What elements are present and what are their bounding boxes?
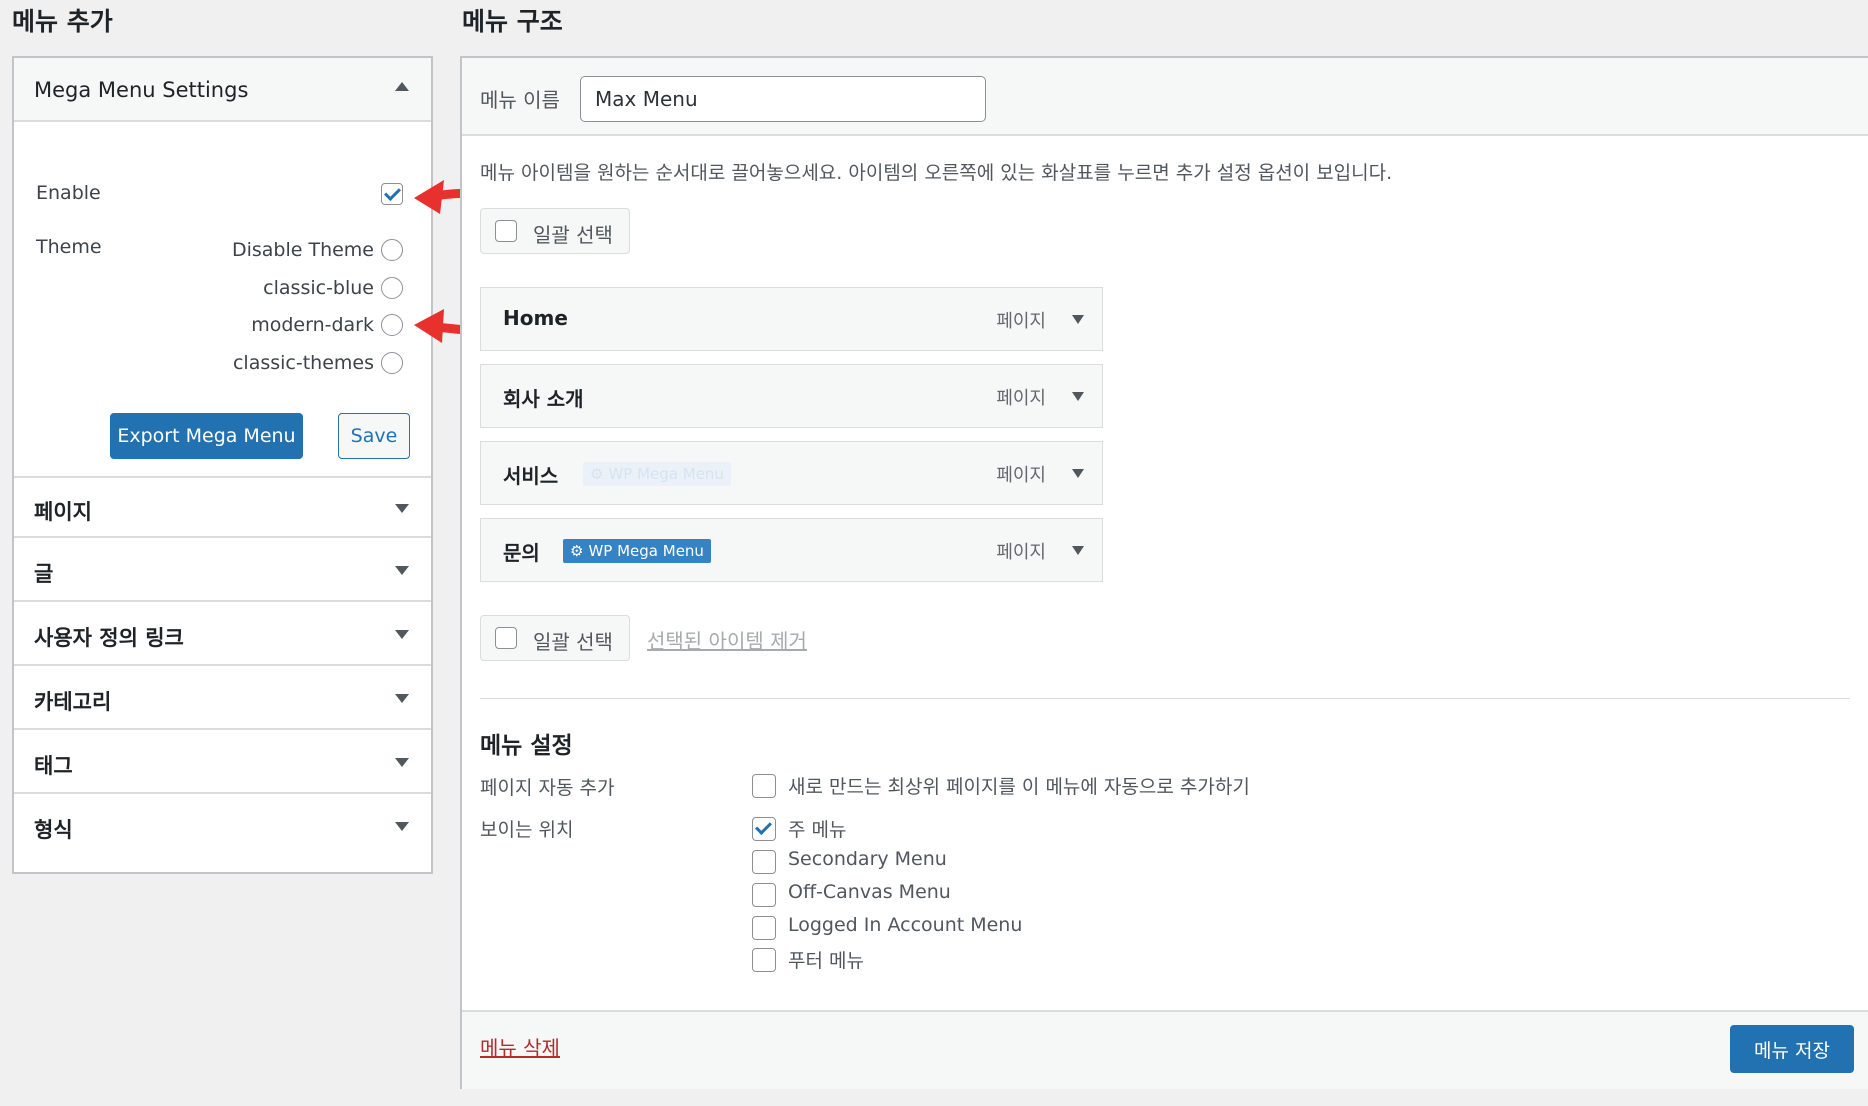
location-checkbox-logged-in[interactable]: [752, 916, 776, 940]
location-option-label: 주 메뉴: [788, 819, 847, 841]
location-option-label: Logged In Account Menu: [788, 914, 1023, 936]
bulk-select-bottom[interactable]: 일괄 선택: [480, 615, 630, 661]
menu-name-input[interactable]: Max Menu: [580, 76, 986, 122]
enable-label: Enable: [36, 182, 101, 204]
section-label: 카테고리: [34, 690, 112, 714]
menu-item-title: Home: [503, 306, 568, 330]
collapse-arrow-icon[interactable]: [395, 82, 409, 91]
mega-menu-settings-header[interactable]: Mega Menu Settings: [14, 58, 431, 122]
menu-settings-heading: 메뉴 설정: [480, 733, 573, 759]
save-button[interactable]: Save: [338, 413, 410, 459]
expand-arrow-icon[interactable]: [395, 822, 409, 831]
section-tags[interactable]: 태그: [14, 732, 431, 794]
delete-menu-link[interactable]: 메뉴 삭제: [480, 1032, 560, 1061]
bulk-select-label: 일괄 선택: [533, 630, 613, 654]
gear-icon: ⚙: [590, 465, 604, 483]
mega-menu-settings-title: Mega Menu Settings: [34, 78, 249, 102]
save-menu-button[interactable]: 메뉴 저장: [1730, 1025, 1854, 1073]
section-label: 페이지: [34, 500, 92, 524]
wp-mega-menu-badge-label: WP Mega Menu: [608, 465, 724, 483]
menu-structure-panel: 메뉴 이름 Max Menu 메뉴 아이템을 원하는 순서대로 끌어놓으세요. …: [460, 56, 1868, 1089]
menu-item[interactable]: Home 페이지: [480, 287, 1103, 351]
expand-arrow-icon[interactable]: [395, 758, 409, 767]
menu-name-bar: 메뉴 이름 Max Menu: [462, 58, 1868, 136]
menu-item-title: 서비스: [503, 464, 559, 488]
bulk-select-label: 일괄 선택: [533, 223, 613, 247]
expand-arrow-icon[interactable]: [395, 566, 409, 575]
location-checkbox-secondary[interactable]: [752, 850, 776, 874]
instructions-text: 메뉴 아이템을 원하는 순서대로 끌어놓으세요. 아이템의 오른쪽에 있는 화살…: [480, 162, 1393, 184]
section-posts[interactable]: 글: [14, 540, 431, 602]
menu-item[interactable]: 서비스 ⚙ WP Mega Menu 페이지: [480, 441, 1103, 505]
menu-item[interactable]: 문의 ⚙ WP Mega Menu 페이지: [480, 518, 1103, 582]
theme-radio-disable[interactable]: [381, 239, 403, 261]
expand-arrow-icon[interactable]: [395, 630, 409, 639]
remove-selected-link[interactable]: 선택된 아이템 제거: [647, 625, 807, 654]
bulk-select-checkbox[interactable]: [495, 220, 517, 242]
expand-arrow-icon[interactable]: [1072, 392, 1084, 401]
menu-item-type: 페이지: [996, 542, 1046, 563]
expand-arrow-icon[interactable]: [1072, 546, 1084, 555]
menu-structure-heading: 메뉴 구조: [462, 7, 563, 36]
add-menu-heading: 메뉴 추가: [12, 7, 113, 36]
location-option-label: 푸터 메뉴: [788, 950, 864, 972]
gear-icon: ⚙: [570, 542, 584, 560]
theme-option-label: classic-blue: [263, 277, 374, 299]
section-pages[interactable]: 페이지: [14, 476, 431, 538]
section-formats[interactable]: 형식: [14, 796, 431, 858]
add-menu-panel: Mega Menu Settings Enable Theme Disable …: [12, 56, 433, 874]
menu-name-label: 메뉴 이름: [480, 88, 560, 112]
wp-mega-menu-badge[interactable]: ⚙ WP Mega Menu: [583, 462, 731, 486]
bulk-select-top[interactable]: 일괄 선택: [480, 208, 630, 254]
section-label: 태그: [34, 754, 73, 778]
menu-item-type: 페이지: [996, 311, 1046, 332]
export-mega-menu-button[interactable]: Export Mega Menu: [110, 413, 303, 459]
divider: [480, 698, 1850, 699]
section-label: 글: [34, 562, 54, 586]
menu-item-type: 페이지: [996, 465, 1046, 486]
expand-arrow-icon[interactable]: [395, 504, 409, 513]
location-checkbox-off-canvas[interactable]: [752, 883, 776, 907]
menu-item[interactable]: 회사 소개 페이지: [480, 364, 1103, 428]
expand-arrow-icon[interactable]: [395, 694, 409, 703]
location-label: 보이는 위치: [480, 819, 574, 841]
menu-item-title: 문의: [503, 541, 540, 565]
theme-radio-modern-dark[interactable]: [381, 314, 403, 336]
wp-mega-menu-badge-label: WP Mega Menu: [588, 542, 704, 560]
bulk-select-checkbox[interactable]: [495, 627, 517, 649]
section-custom-links[interactable]: 사용자 정의 링크: [14, 604, 431, 666]
theme-radio-classic-themes[interactable]: [381, 352, 403, 374]
section-categories[interactable]: 카테고리: [14, 668, 431, 730]
menu-item-title: 회사 소개: [503, 387, 584, 411]
theme-label: Theme: [36, 236, 102, 258]
auto-add-checkbox[interactable]: [752, 774, 776, 798]
theme-option-label: classic-themes: [232, 352, 374, 374]
theme-option-label: Disable Theme: [231, 239, 374, 261]
location-checkbox-footer[interactable]: [752, 948, 776, 972]
enable-checkbox[interactable]: [381, 183, 403, 205]
section-label: 사용자 정의 링크: [34, 626, 184, 650]
expand-arrow-icon[interactable]: [1072, 315, 1084, 324]
menu-item-type: 페이지: [996, 388, 1046, 409]
theme-radio-classic-blue[interactable]: [381, 277, 403, 299]
auto-add-option-label: 새로 만드는 최상위 페이지를 이 메뉴에 자동으로 추가하기: [788, 776, 1250, 798]
menu-footer-bar: 메뉴 삭제 메뉴 저장: [462, 1010, 1868, 1089]
location-checkbox-primary[interactable]: [752, 817, 776, 841]
theme-option-label: modern-dark: [251, 314, 374, 336]
wp-mega-menu-badge[interactable]: ⚙ WP Mega Menu: [563, 539, 711, 563]
section-label: 형식: [34, 818, 73, 842]
location-option-label: Off-Canvas Menu: [788, 881, 951, 903]
expand-arrow-icon[interactable]: [1072, 469, 1084, 478]
auto-add-label: 페이지 자동 추가: [480, 777, 615, 799]
location-option-label: Secondary Menu: [788, 848, 947, 870]
